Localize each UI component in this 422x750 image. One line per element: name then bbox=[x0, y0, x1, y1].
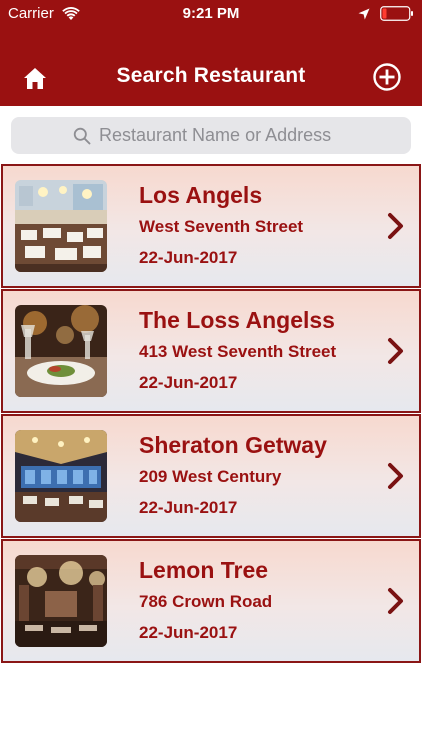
location-arrow-icon bbox=[358, 8, 370, 19]
chevron-right-icon bbox=[388, 463, 403, 489]
restaurant-date: 22-Jun-2017 bbox=[139, 623, 238, 642]
nav-bar: Search Restaurant bbox=[0, 40, 422, 104]
restaurant-name: Sheraton Getway bbox=[139, 432, 327, 458]
restaurant-card[interactable]: Los Angels West Seventh Street 22-Jun-20… bbox=[1, 164, 421, 288]
restaurant-address: 209 West Century bbox=[139, 467, 282, 486]
restaurant-thumbnail bbox=[15, 180, 107, 272]
search-field[interactable] bbox=[11, 117, 411, 154]
chevron-right-icon bbox=[388, 588, 403, 614]
restaurant-thumbnail bbox=[15, 555, 107, 647]
status-bar: Carrier 9:21 PM bbox=[0, 0, 422, 28]
restaurant-address: West Seventh Street bbox=[139, 217, 304, 236]
restaurant-card[interactable]: Lemon Tree 786 Crown Road 22-Jun-2017 bbox=[1, 539, 421, 663]
restaurant-address: 786 Crown Road bbox=[139, 592, 273, 611]
status-right bbox=[358, 6, 414, 21]
app-header: Carrier 9:21 PM Search Restaurant bbox=[0, 0, 422, 106]
chevron-right-icon bbox=[388, 338, 403, 364]
plus-circle-icon[interactable] bbox=[372, 62, 402, 92]
restaurant-thumbnail bbox=[15, 430, 107, 522]
restaurant-date: 22-Jun-2017 bbox=[139, 248, 238, 267]
restaurant-address: 413 West Seventh Street bbox=[139, 342, 337, 361]
restaurant-thumbnail bbox=[15, 305, 107, 397]
restaurant-card[interactable]: Sheraton Getway 209 West Century 22-Jun-… bbox=[1, 414, 421, 538]
restaurant-date: 22-Jun-2017 bbox=[139, 373, 238, 392]
restaurant-name: The Loss Angelss bbox=[139, 307, 335, 333]
restaurant-card[interactable]: The Loss Angelss 413 West Seventh Street… bbox=[1, 289, 421, 413]
search-icon bbox=[73, 127, 91, 144]
battery-icon bbox=[380, 6, 413, 21]
search-area bbox=[0, 106, 422, 164]
chevron-right-icon bbox=[388, 213, 403, 239]
restaurant-name: Los Angels bbox=[139, 182, 263, 208]
search-input[interactable] bbox=[99, 125, 349, 146]
restaurant-date: 22-Jun-2017 bbox=[139, 498, 238, 517]
page-title: Search Restaurant bbox=[116, 64, 306, 87]
restaurant-name: Lemon Tree bbox=[139, 557, 269, 583]
